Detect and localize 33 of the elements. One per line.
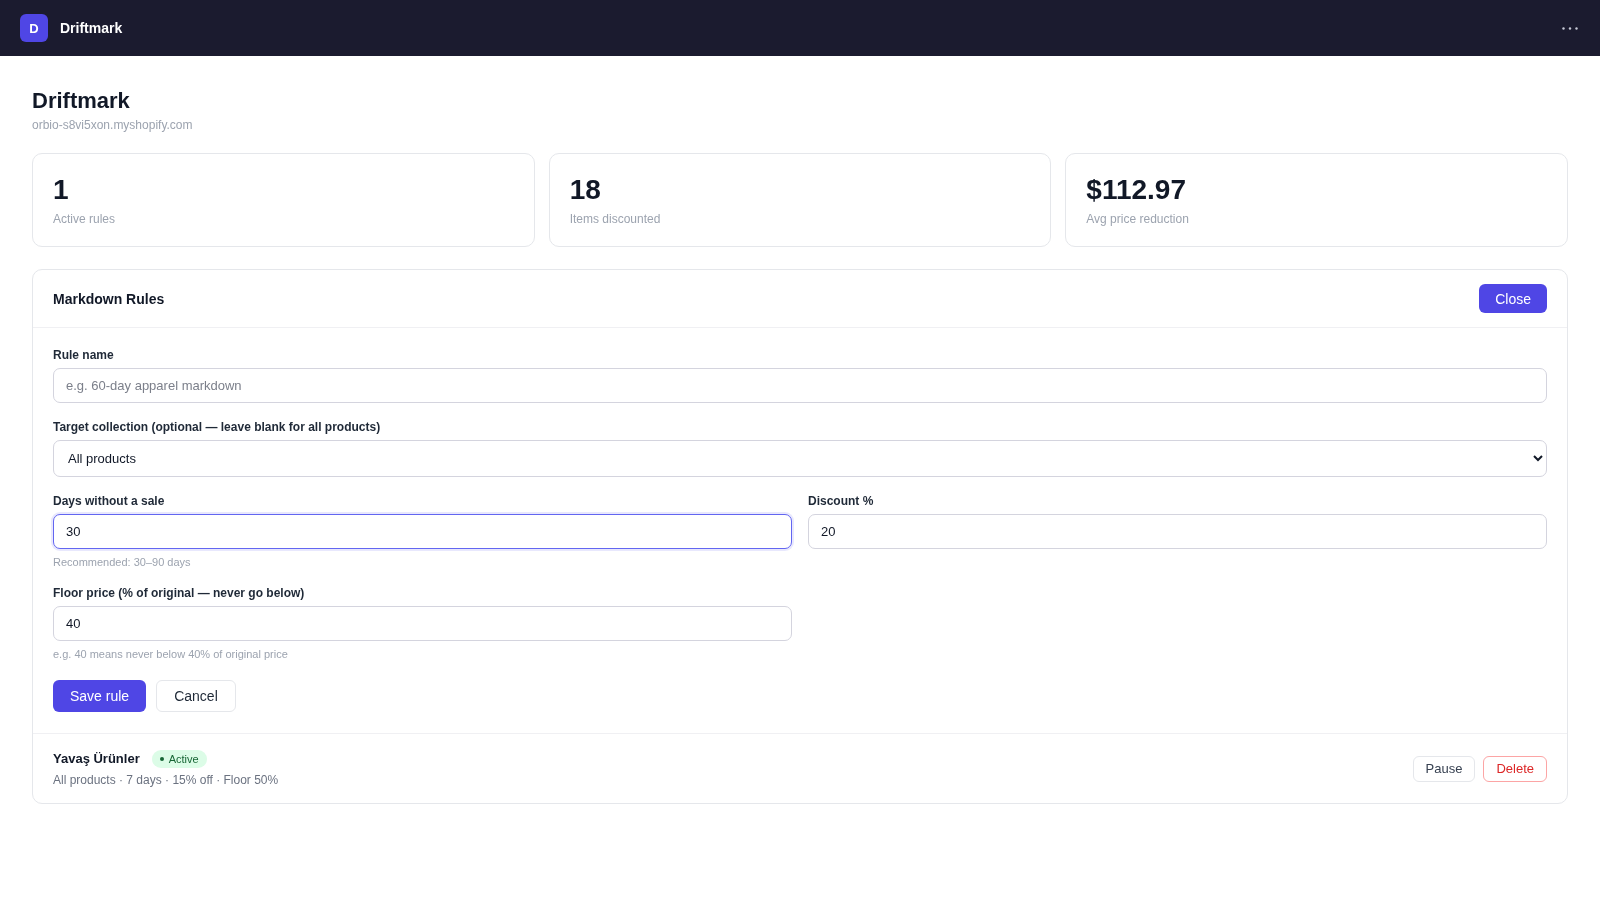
save-button[interactable]: Save rule [53,680,147,712]
stat-label: Active rules [53,211,117,227]
stat-value: 1 [53,173,70,207]
panel-title: Markdown Rules [53,290,165,307]
collection-select[interactable]: All products [53,440,1547,477]
field-hint: e.g. 40 means never below 40% of original price [53,647,289,661]
field-label: Target collection (optional — leave blank for all products) [53,419,382,435]
app-logo: D [20,14,48,42]
app-name: Driftmark [60,20,123,36]
stat-label: Avg price reduction [1086,211,1190,227]
pause-button[interactable]: Pause [1412,755,1476,782]
page-title: Driftmark [32,88,131,114]
status-dot-icon [159,757,164,761]
cancel-button[interactable]: Cancel [156,680,236,712]
field-label: Days without a sale [53,493,166,509]
stat-label: Items discounted [569,211,662,227]
number-field[interactable]: 40 [53,606,792,641]
field-label: Rule name [53,347,115,363]
stat-value: 18 [569,173,602,207]
stat-value: $112.97 [1086,173,1187,207]
close-button[interactable]: Close [1479,284,1547,313]
status-text: Active [168,753,199,765]
delete-button[interactable]: Delete [1483,755,1547,782]
field-hint: Recommended: 30–90 days [53,555,192,569]
rule-summary: All products · 7 days · 15% off · Floor 50% [53,772,279,788]
store-domain: orbio-s8vi5xon.myshopify.com [32,117,194,133]
more-icon[interactable] [1562,26,1578,30]
number-field[interactable]: 30 [53,514,792,549]
field-label: Discount % [808,493,875,509]
field-label: Floor price (% of original — never go below) [53,585,306,601]
rule-name: Yavaş Ürünler [53,750,140,768]
input-field[interactable]: e.g. 60-day apparel markdown [53,368,1547,403]
number-field[interactable]: 20 [808,514,1547,549]
